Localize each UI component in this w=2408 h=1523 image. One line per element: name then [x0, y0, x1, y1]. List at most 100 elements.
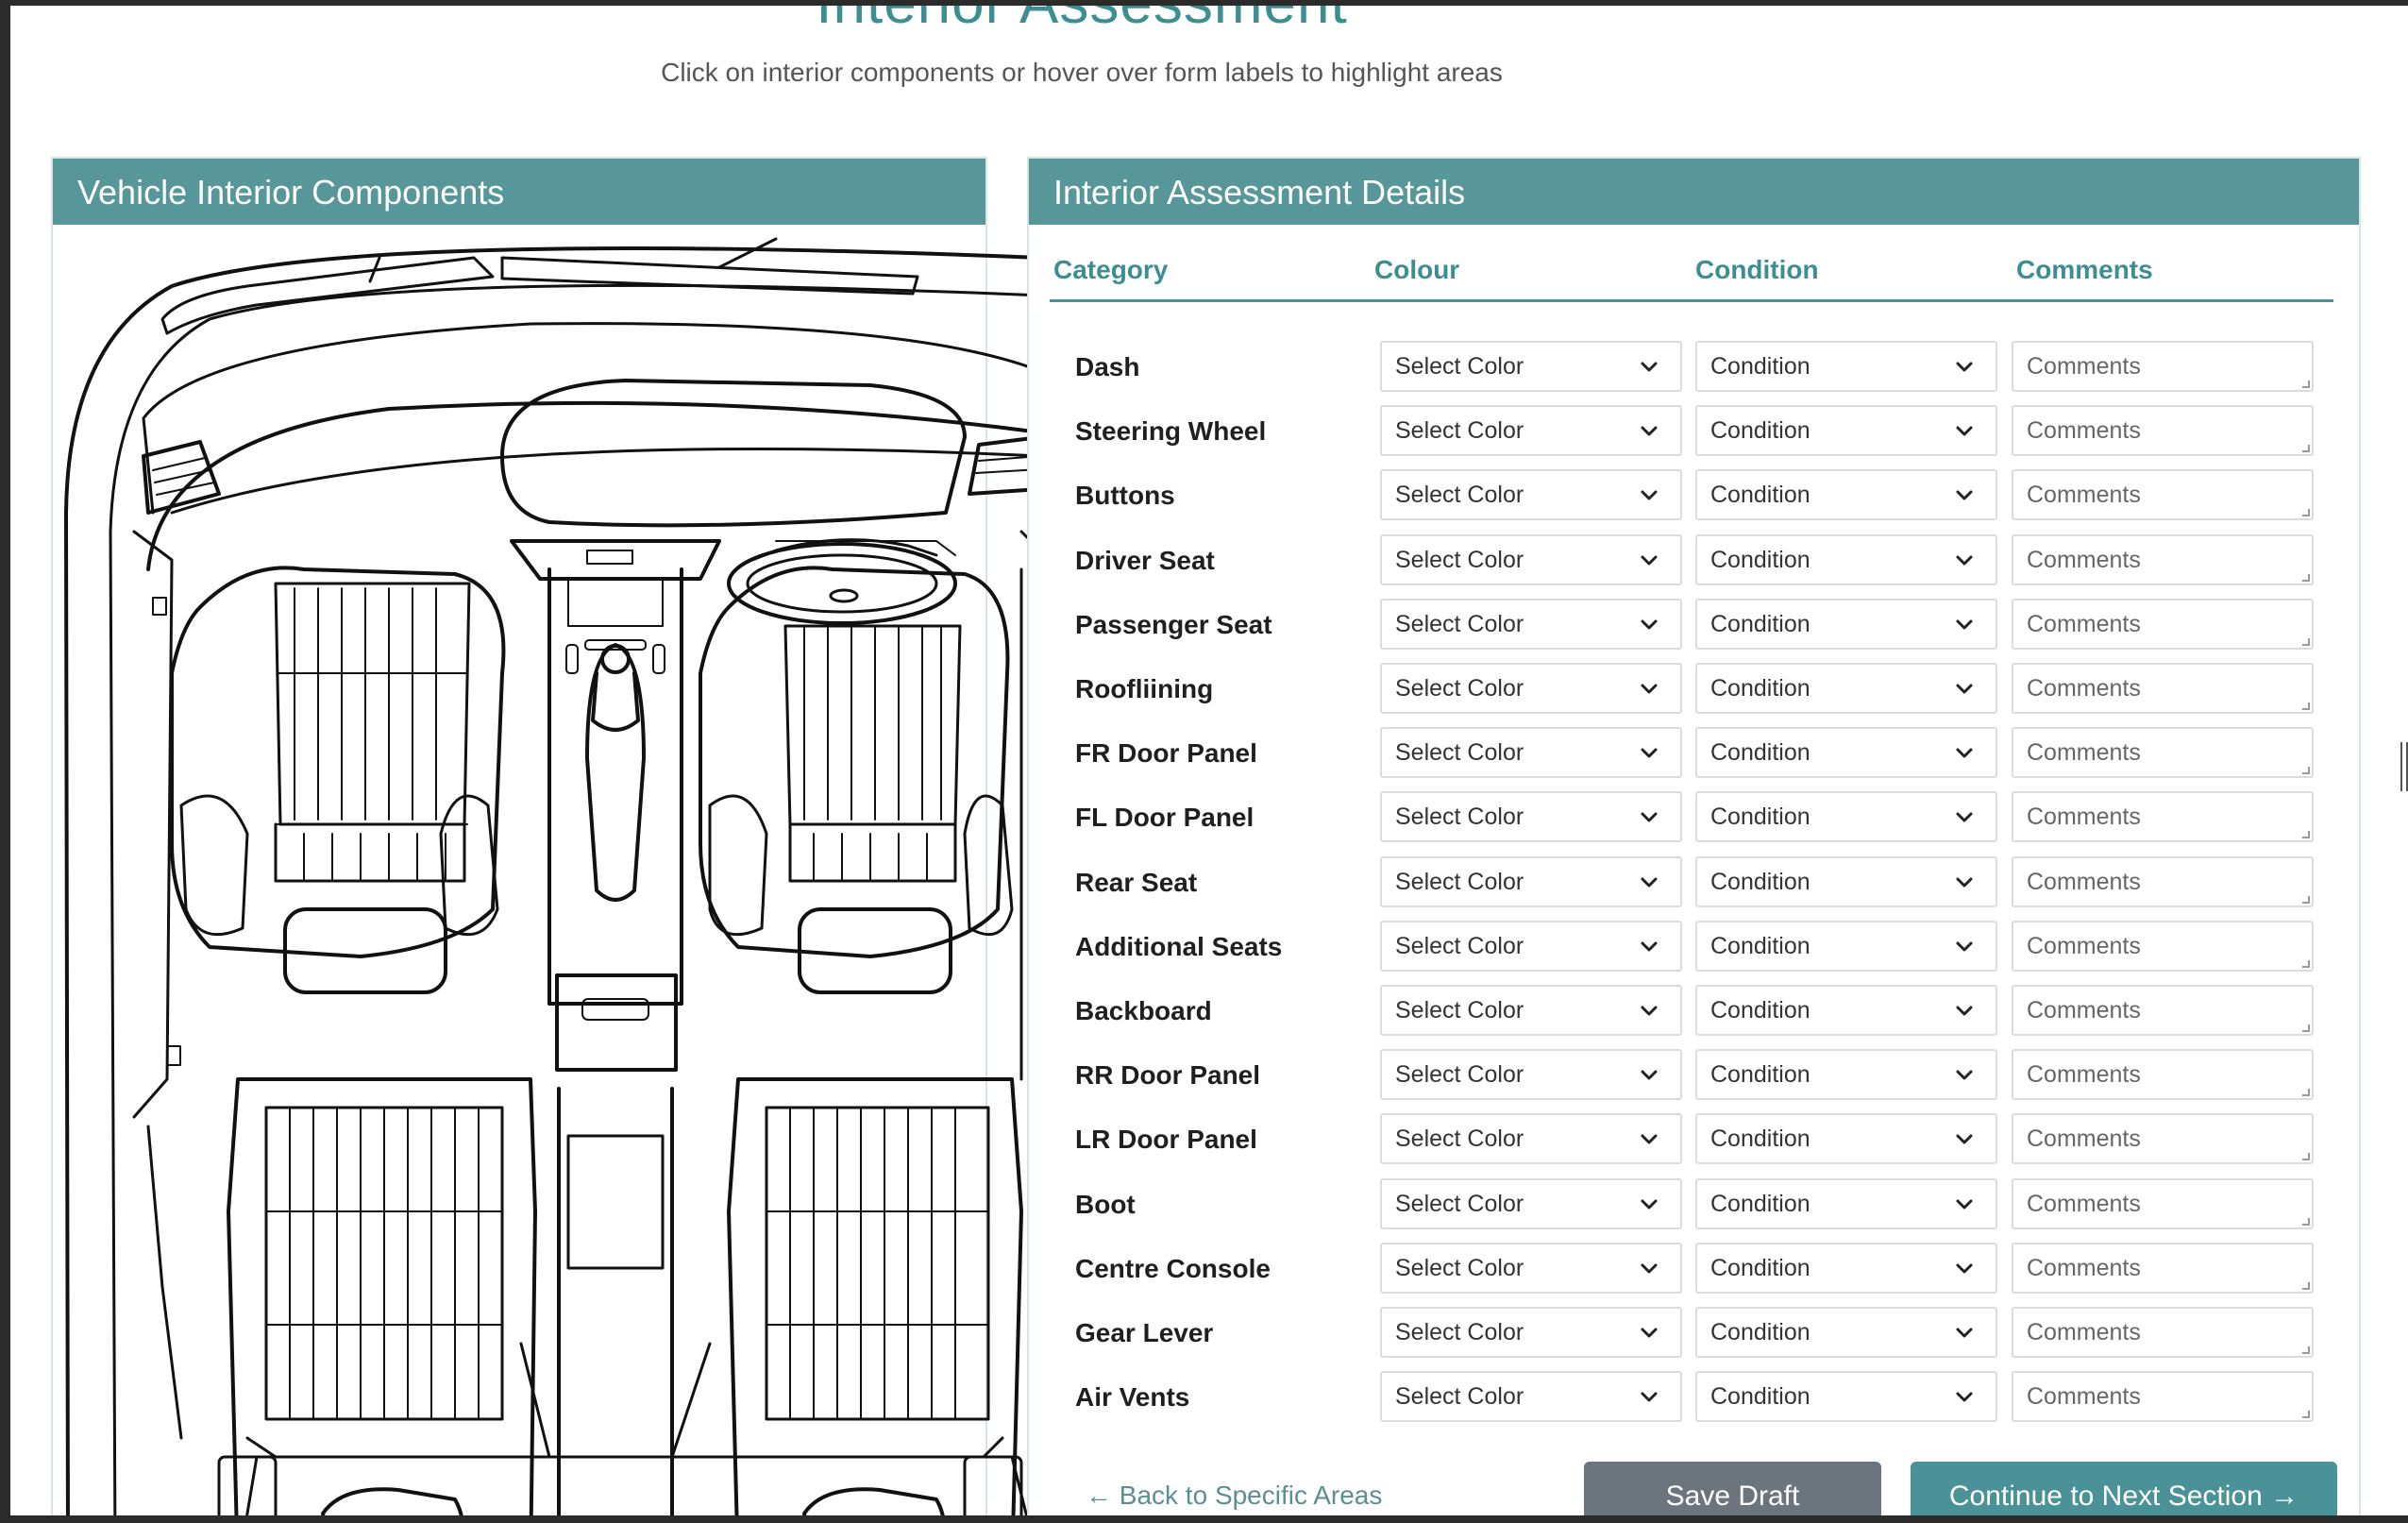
condition-select[interactable]: Condition [1695, 341, 1997, 392]
row-category-label: Additional Seats [1075, 931, 1283, 961]
centre-console[interactable] [510, 539, 721, 1515]
row-category-label: Backboard [1075, 996, 1212, 1025]
continue-next-section-button[interactable]: Continue to Next Section → [1911, 1462, 2337, 1515]
comments-input[interactable]: Comments [2012, 920, 2314, 972]
colour-select[interactable]: Select Color [1380, 727, 1682, 779]
colour-select[interactable]: Select Color [1380, 1371, 1682, 1423]
condition-select[interactable]: Condition [1695, 1177, 1997, 1229]
air-vents[interactable] [142, 435, 1040, 515]
condition-select-value: Condition [1710, 482, 1810, 509]
colour-select[interactable]: Select Color [1380, 405, 1682, 457]
back-to-specific-areas-link[interactable]: ← Back to Specific Areas [1086, 1481, 1382, 1511]
condition-select[interactable]: Condition [1695, 985, 1997, 1036]
assessment-details-title: Interior Assessment Details [1029, 159, 2359, 225]
row-category-label: Boot [1075, 1189, 1136, 1219]
comments-placeholder: Comments [2027, 1125, 2141, 1153]
chevron-down-icon [1641, 1070, 1658, 1080]
boot[interactable] [217, 1436, 1040, 1515]
comments-input[interactable]: Comments [2012, 1049, 2314, 1101]
vehicle-interior-panel: Vehicle Interior Components [51, 157, 1040, 1515]
chevron-down-icon [1956, 1392, 1973, 1402]
condition-select-value: Condition [1710, 932, 1810, 959]
colour-select-value: Select Color [1395, 610, 1524, 637]
colour-select-value: Select Color [1395, 739, 1524, 767]
rear-seat[interactable] [227, 1077, 1023, 1515]
dash[interactable] [142, 237, 1040, 571]
comments-input[interactable]: Comments [2012, 663, 2314, 714]
colour-select[interactable]: Select Color [1380, 1177, 1682, 1229]
condition-select[interactable]: Condition [1695, 791, 1997, 843]
scrollbar-handle[interactable] [2400, 742, 2408, 791]
comments-input[interactable]: Comments [2012, 855, 2314, 907]
row-category-label: Dash [1075, 352, 1140, 381]
chevron-down-icon [1956, 490, 1973, 500]
chevron-down-icon [1956, 684, 1973, 694]
condition-select[interactable]: Condition [1695, 1049, 1997, 1101]
condition-select[interactable]: Condition [1695, 1242, 1997, 1294]
comments-placeholder: Comments [2027, 1190, 2141, 1217]
comments-input[interactable]: Comments [2012, 985, 2314, 1036]
comments-input[interactable]: Comments [2012, 469, 2314, 521]
comments-placeholder: Comments [2027, 675, 2141, 702]
column-category: Category [1053, 255, 1169, 284]
colour-select-value: Select Color [1395, 932, 1524, 959]
comments-input[interactable]: Comments [2012, 1307, 2314, 1358]
colour-select[interactable]: Select Color [1380, 855, 1682, 907]
colour-select[interactable]: Select Color [1380, 920, 1682, 972]
table-row: Gear Lever Select Color Condition Comments [1050, 1307, 2333, 1362]
colour-select[interactable]: Select Color [1380, 533, 1682, 585]
condition-select[interactable]: Condition [1695, 533, 1997, 585]
passenger-seat[interactable] [170, 566, 506, 994]
comments-input[interactable]: Comments [2012, 341, 2314, 392]
condition-select[interactable]: Condition [1695, 920, 1997, 972]
colour-select[interactable]: Select Color [1380, 1307, 1682, 1358]
save-draft-button[interactable]: Save Draft [1584, 1462, 1881, 1515]
condition-select[interactable]: Condition [1695, 1113, 1997, 1165]
comments-input[interactable]: Comments [2012, 727, 2314, 779]
condition-select[interactable]: Condition [1695, 1307, 1997, 1358]
table-header: Category Colour Condition Comments [1050, 255, 2333, 302]
comments-placeholder: Comments [2027, 546, 2141, 573]
door-panels[interactable] [132, 530, 1040, 1440]
colour-select[interactable]: Select Color [1380, 1049, 1682, 1101]
chevron-down-icon [1956, 426, 1973, 436]
row-category-label: Air Vents [1075, 1382, 1190, 1413]
comments-input[interactable]: Comments [2012, 533, 2314, 585]
colour-select[interactable]: Select Color [1380, 598, 1682, 650]
condition-select[interactable]: Condition [1695, 469, 1997, 521]
condition-select-value: Condition [1710, 1319, 1810, 1345]
colour-select[interactable]: Select Color [1380, 1242, 1682, 1294]
condition-select[interactable]: Condition [1695, 855, 1997, 907]
table-row: RR Door Panel Select Color Condition Commen… [1050, 1049, 2333, 1104]
row-category-label: RR Door Panel [1075, 1060, 1261, 1091]
colour-select[interactable]: Select Color [1380, 663, 1682, 714]
chevron-down-icon [1641, 490, 1658, 500]
condition-select[interactable]: Condition [1695, 727, 1997, 779]
chevron-down-icon [1956, 1134, 1973, 1144]
condition-select[interactable]: Condition [1695, 598, 1997, 650]
comments-input[interactable]: Comments [2012, 1371, 2314, 1423]
colour-select[interactable]: Select Color [1380, 985, 1682, 1036]
comments-placeholder: Comments [2027, 932, 2141, 959]
comments-input[interactable]: Comments [2012, 598, 2314, 650]
comments-input[interactable]: Comments [2012, 405, 2314, 457]
colour-select-value: Select Color [1395, 1319, 1524, 1345]
colour-select[interactable]: Select Color [1380, 469, 1682, 521]
colour-select[interactable]: Select Color [1380, 791, 1682, 843]
comments-input[interactable]: Comments [2012, 1242, 2314, 1294]
colour-select[interactable]: Select Color [1380, 341, 1682, 392]
colour-select[interactable]: Select Color [1380, 1113, 1682, 1165]
comments-placeholder: Comments [2027, 417, 2141, 445]
comments-input[interactable]: Comments [2012, 1177, 2314, 1229]
chevron-down-icon [1641, 1328, 1658, 1338]
gear-lever[interactable] [565, 639, 665, 732]
car-interior-diagram[interactable] [59, 229, 1040, 1515]
comments-placeholder: Comments [2027, 739, 2141, 767]
condition-select[interactable]: Condition [1695, 1371, 1997, 1423]
driver-seat[interactable] [699, 566, 1014, 994]
condition-select[interactable]: Condition [1695, 405, 1997, 457]
comments-input[interactable]: Comments [2012, 1113, 2314, 1165]
comments-input[interactable]: Comments [2012, 791, 2314, 843]
condition-select[interactable]: Condition [1695, 663, 1997, 714]
chevron-down-icon [1641, 426, 1658, 436]
